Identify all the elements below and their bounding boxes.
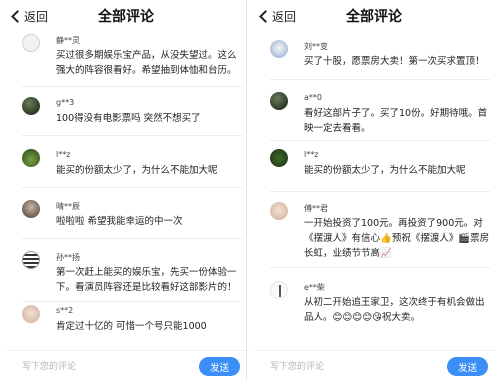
comment-text: 买过很多期娱乐宝产品，从没失望过。这么强大的阵容很看好。希望抽到体恤和台历。	[56, 50, 237, 76]
comment-text: 啦啦啦 希望我能幸运的中一次	[56, 216, 183, 227]
comment-username: 刘**变	[304, 42, 328, 51]
divider	[270, 79, 490, 80]
panel-divider	[246, 0, 247, 381]
page-title: 全部评论	[346, 9, 402, 25]
comment-text: 买了十股，愿票房大卖！第一次买求置顶！	[304, 56, 485, 67]
comment-text: 能买的份额太少了，为什么不能加大呢	[304, 165, 466, 176]
page-title: 全部评论	[98, 9, 154, 25]
comment-text: 一开始投资了100元。再投资了900元。对《摆渡人》有信心👍预祝《摆渡人》🎬票房…	[304, 218, 490, 259]
sketch-face-avatar[interactable]	[22, 34, 40, 52]
divider	[270, 140, 490, 141]
divider	[22, 238, 242, 239]
comment-username: g**3	[56, 98, 75, 107]
comment-input[interactable]	[270, 360, 430, 374]
right-comment-bar: 发送	[254, 350, 494, 381]
green-field-avatar[interactable]	[22, 149, 40, 167]
face-avatar[interactable]	[270, 202, 288, 220]
comment-username: 孙**扬	[56, 253, 80, 262]
dark-photo-avatar[interactable]	[270, 92, 288, 110]
comment-text: 100得没有电影票吗 突然不想买了	[56, 113, 201, 124]
left-header: 返回 全部评论	[6, 0, 246, 32]
divider	[22, 86, 242, 87]
left-comments-screen: 返回 全部评论 静**灵 买过很多期娱乐宝产品，从没失望过。这么强大的阵容很看好…	[6, 0, 246, 381]
blue-portrait-avatar[interactable]	[270, 40, 288, 58]
send-button[interactable]: 发送	[199, 357, 240, 376]
comment-text: 肯定过十亿的 可惜一个号只能1000	[56, 321, 207, 332]
comment-input[interactable]	[22, 360, 182, 374]
comment-username: 静**灵	[56, 36, 80, 45]
comment-username: e**柴	[304, 283, 325, 292]
comment-username: 晴**辰	[56, 202, 80, 211]
divider	[270, 191, 490, 192]
face-avatar[interactable]	[22, 305, 40, 323]
comment-username: l**z	[304, 150, 319, 159]
comment-username: a**0	[304, 93, 322, 102]
comment-username: s**2	[56, 306, 74, 315]
comment-text: 第一次赶上能买的娱乐宝，先买一份体验一下。看演员阵容还是比较看好这部影片的！	[56, 267, 237, 293]
qr-pattern-avatar[interactable]	[22, 251, 40, 269]
comment-text: 能买的份额太少了，为什么不能加大呢	[56, 165, 218, 176]
candle-avatar[interactable]	[270, 281, 288, 299]
left-comment-bar: 发送	[6, 350, 246, 381]
divider	[22, 301, 242, 302]
dark-photo-avatar[interactable]	[22, 97, 40, 115]
right-header: 返回 全部评论	[254, 0, 494, 32]
comment-username: 傅**君	[304, 204, 328, 213]
comment-username: l**z	[56, 150, 71, 159]
divider	[22, 187, 242, 188]
comment-text: 从初二开始追王家卫，这次终于有机会做出品人。😊😊😊😊😘祝大卖。	[304, 297, 485, 323]
portrait-avatar[interactable]	[22, 200, 40, 218]
divider	[22, 135, 242, 136]
divider	[270, 267, 490, 268]
send-button[interactable]: 发送	[447, 357, 488, 376]
right-comments-screen: 返回 全部评论 刘**变 买了十股，愿票房大卖！第一次买求置顶！ a**0 看好…	[254, 0, 494, 381]
green-field-avatar[interactable]	[270, 149, 288, 167]
comment-text: 看好这部片子了。买了10份。好期待哦。首映一定去看看。	[304, 108, 488, 134]
